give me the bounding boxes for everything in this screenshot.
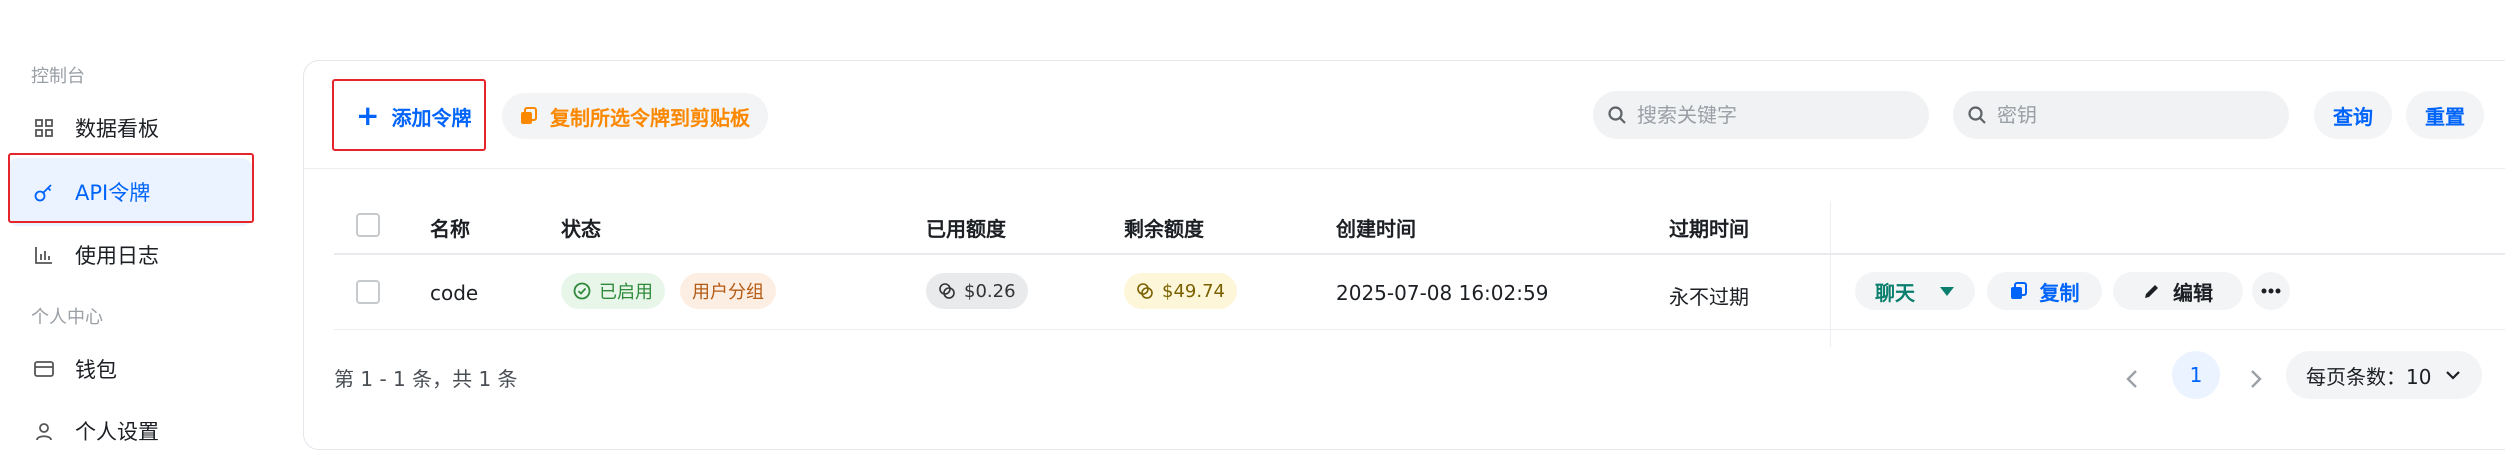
search-key-field[interactable] [1953, 91, 2289, 139]
token-name: code [430, 281, 479, 305]
chevron-right-icon [2250, 369, 2262, 389]
sidebar-item-dashboard[interactable]: 数据看板 [8, 94, 252, 162]
header-name: 名称 [430, 217, 470, 241]
sidebar-item-label: 数据看板 [75, 117, 159, 141]
search-keyword-field[interactable] [1593, 91, 1929, 139]
query-button[interactable]: 查询 [2314, 91, 2392, 139]
header-remaining: 剩余额度 [1124, 217, 1204, 241]
remaining-quota-badge: $49.74 [1124, 273, 1237, 309]
chevron-down-icon[interactable] [1939, 285, 1955, 297]
coins-icon [1136, 282, 1154, 300]
chat-split-button: 聊天 [1855, 272, 1975, 310]
row-divider [334, 329, 2505, 330]
prev-page-button[interactable] [2112, 359, 2152, 399]
used-quota-badge: $0.26 [926, 273, 1028, 309]
wallet-icon [33, 358, 55, 380]
sidebar-item-label: 钱包 [75, 358, 117, 382]
bar-chart-icon [33, 244, 55, 266]
status-badge: 已启用 [561, 273, 665, 309]
page-size-select[interactable]: 每页条数：10 [2286, 351, 2482, 399]
sidebar: 控制台 数据看板 API令牌 使用日志 个人中心 钱包 个人设置 [0, 0, 290, 456]
highlight-box-api-tokens [8, 153, 254, 223]
more-actions-button[interactable] [2252, 272, 2290, 310]
sidebar-item-wallet[interactable]: 钱包 [8, 335, 252, 403]
search-key-input[interactable] [1997, 103, 2257, 127]
grid-icon [33, 117, 55, 139]
pencil-icon [2143, 282, 2161, 300]
chat-button[interactable]: 聊天 [1875, 277, 1915, 306]
user-icon [33, 420, 55, 442]
highlight-box-add-token [332, 79, 486, 151]
sidebar-section-personal: 个人中心 [31, 307, 103, 328]
tokens-card: + 添加令牌 复制所选令牌到剪贴板 查询 重置 名称 状 [303, 60, 2505, 450]
column-divider [1830, 201, 1831, 347]
sidebar-section-console: 控制台 [31, 66, 85, 87]
next-page-button[interactable] [2236, 359, 2276, 399]
copy-token-button[interactable]: 复制 [1987, 272, 2102, 310]
check-circle-icon [573, 282, 591, 300]
search-keyword-input[interactable] [1637, 103, 1897, 127]
copy-selected-button[interactable]: 复制所选令牌到剪贴板 [502, 93, 768, 139]
sidebar-item-settings[interactable]: 个人设置 [8, 397, 252, 456]
search-icon [1607, 105, 1627, 125]
sidebar-item-usage-log[interactable]: 使用日志 [8, 221, 252, 289]
more-icon [2261, 288, 2281, 294]
expires-time: 永不过期 [1669, 285, 1749, 309]
sidebar-item-label: 个人设置 [75, 420, 159, 444]
group-badge: 用户分组 [680, 273, 776, 309]
chevron-down-icon [2445, 370, 2461, 380]
edit-token-button[interactable]: 编辑 [2113, 272, 2243, 310]
header-status: 状态 [561, 217, 601, 241]
row-checkbox[interactable] [356, 280, 380, 304]
header-created: 创建时间 [1336, 217, 1416, 241]
copy-selected-label: 复制所选令牌到剪贴板 [550, 105, 750, 130]
search-icon [1967, 105, 1987, 125]
created-time: 2025-07-08 16:02:59 [1336, 281, 1549, 305]
chevron-left-icon [2126, 369, 2138, 389]
coins-icon [938, 282, 956, 300]
page-1-button[interactable]: 1 [2172, 351, 2220, 399]
header-expires: 过期时间 [1669, 217, 1749, 241]
reset-button[interactable]: 重置 [2406, 91, 2484, 139]
sidebar-item-label: 使用日志 [75, 244, 159, 268]
toolbar-divider [304, 168, 2505, 169]
header-used: 已用额度 [926, 217, 1006, 241]
pagination-summary: 第 1 - 1 条，共 1 条 [334, 367, 518, 391]
copy-icon [520, 107, 538, 125]
header-divider [334, 253, 2505, 255]
copy-icon [2010, 282, 2028, 300]
select-all-checkbox[interactable] [356, 213, 380, 237]
